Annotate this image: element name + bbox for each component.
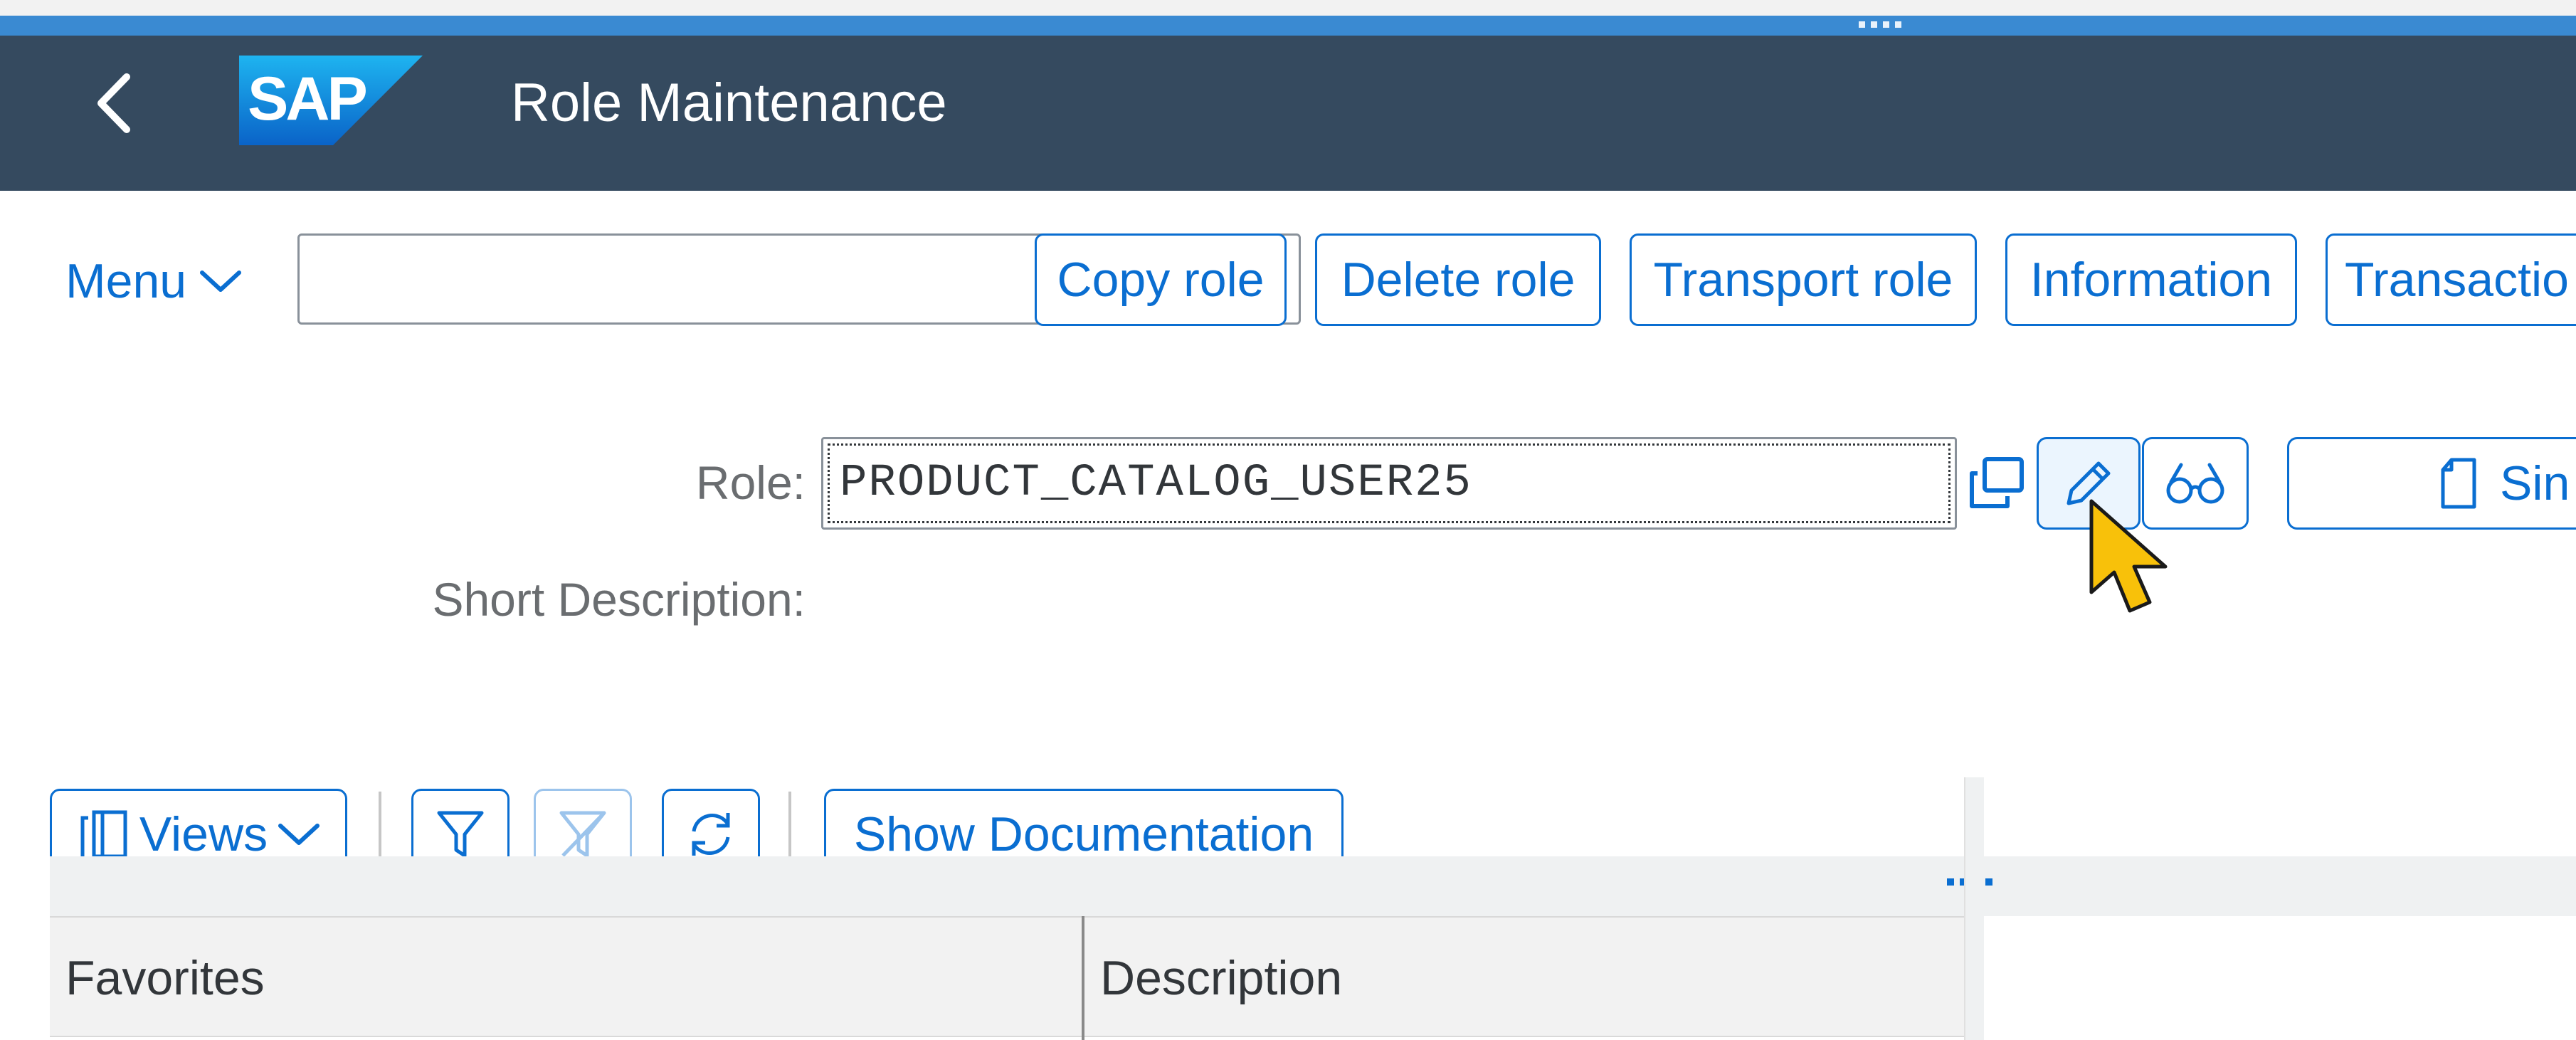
copy-value-button[interactable]	[1958, 437, 2034, 530]
role-field[interactable]	[821, 437, 1957, 530]
chevron-left-icon	[97, 73, 130, 133]
single-role-label: Sin	[2500, 456, 2570, 510]
right-pane	[1985, 916, 2576, 1040]
transport-role-button[interactable]: Transport role	[1630, 233, 1977, 326]
document-icon	[2441, 458, 2476, 509]
menu-button[interactable]: Menu	[65, 246, 242, 317]
copy-icon	[1970, 457, 2024, 508]
filter-delete-icon	[559, 811, 606, 858]
views-icon	[80, 810, 127, 858]
chevron-down-icon	[278, 824, 320, 845]
menu-label: Menu	[65, 254, 187, 308]
transactions-button[interactable]: Transactio	[2326, 233, 2576, 326]
column-divider[interactable]	[1082, 916, 1084, 1040]
vertical-splitter[interactable]	[1964, 777, 1984, 1040]
information-button[interactable]: Information	[2005, 233, 2297, 326]
window-accent-strip	[0, 16, 2576, 36]
role-input[interactable]	[828, 443, 1951, 523]
window-resize-handle[interactable]	[1859, 21, 1913, 30]
chevron-down-icon	[200, 270, 242, 292]
copy-role-button[interactable]: Copy role	[1035, 233, 1287, 326]
role-label: Role:	[695, 456, 806, 509]
column-header-favorites[interactable]: Favorites	[50, 916, 1082, 1037]
svg-text:SAP: SAP	[248, 65, 366, 133]
delete-role-button[interactable]: Delete role	[1315, 233, 1601, 326]
back-button[interactable]	[85, 68, 142, 139]
mouse-cursor-icon	[2089, 499, 2168, 613]
filter-icon	[437, 811, 484, 858]
column-header-description[interactable]: Description	[1084, 916, 1964, 1037]
sap-logo: SAP	[239, 56, 423, 145]
views-label: Views	[139, 807, 268, 861]
single-role-button[interactable]: Sin	[2287, 437, 2576, 530]
page-title: Role Maintenance	[511, 73, 947, 133]
tree-header-band	[50, 856, 2576, 916]
window-top-strip	[0, 0, 2576, 16]
short-description-label: Short Description:	[432, 573, 806, 626]
refresh-icon	[692, 813, 730, 856]
